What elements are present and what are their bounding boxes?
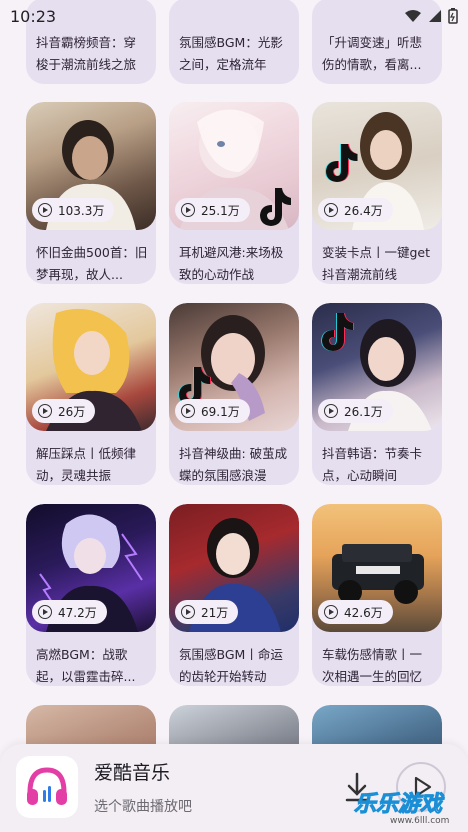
- play-icon: [181, 404, 195, 418]
- player-subtitle: 选个歌曲播放吧: [94, 799, 192, 815]
- play-count: 26.1万: [344, 404, 383, 419]
- play-icon: [38, 605, 52, 619]
- playlist-title: 耳机避风港:来场极致的心动作战: [179, 245, 284, 282]
- play-count: 25.1万: [201, 203, 240, 218]
- playlist-card[interactable]: 103.3万 怀旧金曲500首：旧梦再现，故人...: [26, 102, 156, 284]
- play-count-pill: 26万: [32, 399, 96, 423]
- playlist-card[interactable]: 21万 氛围感BGM丨命运的齿轮开始转动: [169, 504, 299, 686]
- play-icon: [38, 404, 52, 418]
- headphones-icon: [27, 767, 67, 805]
- playlist-title: 变装卡点丨一键get抖音潮流前线: [322, 245, 431, 282]
- play-count: 103.3万: [58, 203, 105, 218]
- play-count-pill: 47.2万: [32, 600, 107, 624]
- tiktok-logo-icon: [325, 144, 358, 182]
- play-count-pill: 69.1万: [175, 399, 250, 423]
- watermark: 乐乐游戏 www.6lll.com: [350, 786, 468, 832]
- status-bar: 10:23: [0, 0, 468, 32]
- playlist-title: 怀旧金曲500首：旧梦再现，故人...: [36, 245, 148, 282]
- playlist-title: 「升调变速」听悲伤的情歌，看离...: [322, 35, 423, 72]
- playlist-title: 车载伤感情歌丨一次相遇一生的回忆: [322, 647, 423, 684]
- app-logo: [16, 756, 78, 818]
- playlist-card[interactable]: 26万 解压踩点丨低频律动，灵魂共振: [26, 303, 156, 485]
- playlist-grid: 抖音霸榜频音：穿梭于潮流前线之旅 氛围感BGM：光影之间，定格流年 「升调变速」…: [0, 0, 468, 832]
- playlist-title: 抖音神级曲: 破茧成蝶的氛围感浪漫: [179, 446, 288, 483]
- signal-icon: [429, 10, 441, 22]
- play-icon: [181, 203, 195, 217]
- play-count: 26.4万: [344, 203, 383, 218]
- play-icon: [324, 404, 338, 418]
- play-icon: [324, 605, 338, 619]
- play-count: 42.6万: [344, 605, 383, 620]
- playlist-card[interactable]: 69.1万 抖音神级曲: 破茧成蝶的氛围感浪漫: [169, 303, 299, 485]
- status-time: 10:23: [10, 6, 57, 26]
- playlist-card[interactable]: 47.2万 高燃BGM：战歌起，以雷霆击碎...: [26, 504, 156, 686]
- battery-icon: [448, 8, 458, 24]
- playlist-title: 高燃BGM：战歌起，以雷霆击碎...: [36, 647, 136, 684]
- status-icons: [404, 8, 458, 24]
- play-icon: [181, 605, 195, 619]
- playlist-title: 抖音霸榜频音：穿梭于潮流前线之旅: [36, 35, 137, 72]
- tiktok-logo-icon: [260, 188, 291, 226]
- playlist-card[interactable]: 26.4万 变装卡点丨一键get抖音潮流前线: [312, 102, 442, 284]
- watermark-text: 乐乐游戏: [353, 792, 443, 818]
- playlist-title: 氛围感BGM丨命运的齿轮开始转动: [179, 647, 283, 684]
- play-count: 47.2万: [58, 605, 97, 620]
- playlist-title: 解压踩点丨低频律动，灵魂共振: [36, 446, 137, 483]
- player-title: 爱酷音乐: [94, 762, 171, 784]
- play-icon: [38, 203, 52, 217]
- playlist-card[interactable]: 42.6万 车载伤感情歌丨一次相遇一生的回忆: [312, 504, 442, 686]
- play-count-pill: 26.4万: [318, 198, 393, 222]
- playlist-title: 氛围感BGM：光影之间，定格流年: [179, 35, 283, 72]
- watermark-url: www.6lll.com: [390, 816, 450, 826]
- play-count-pill: 26.1万: [318, 399, 393, 423]
- playlist-card[interactable]: 26.1万 抖音韩语：节奏卡点，心动瞬间: [312, 303, 442, 485]
- play-count: 21万: [201, 605, 229, 620]
- play-count-pill: 103.3万: [32, 198, 115, 222]
- play-count: 69.1万: [201, 404, 240, 419]
- play-icon: [324, 203, 338, 217]
- playlist-title: 抖音韩语：节奏卡点，心动瞬间: [322, 446, 423, 483]
- wifi-icon: [405, 10, 421, 22]
- playlist-card[interactable]: 25.1万 耳机避风港:来场极致的心动作战: [169, 102, 299, 284]
- play-count-pill: 21万: [175, 600, 239, 624]
- play-count-pill: 25.1万: [175, 198, 250, 222]
- play-count: 26万: [58, 404, 86, 419]
- play-count-pill: 42.6万: [318, 600, 393, 624]
- tiktok-logo-icon: [321, 313, 354, 351]
